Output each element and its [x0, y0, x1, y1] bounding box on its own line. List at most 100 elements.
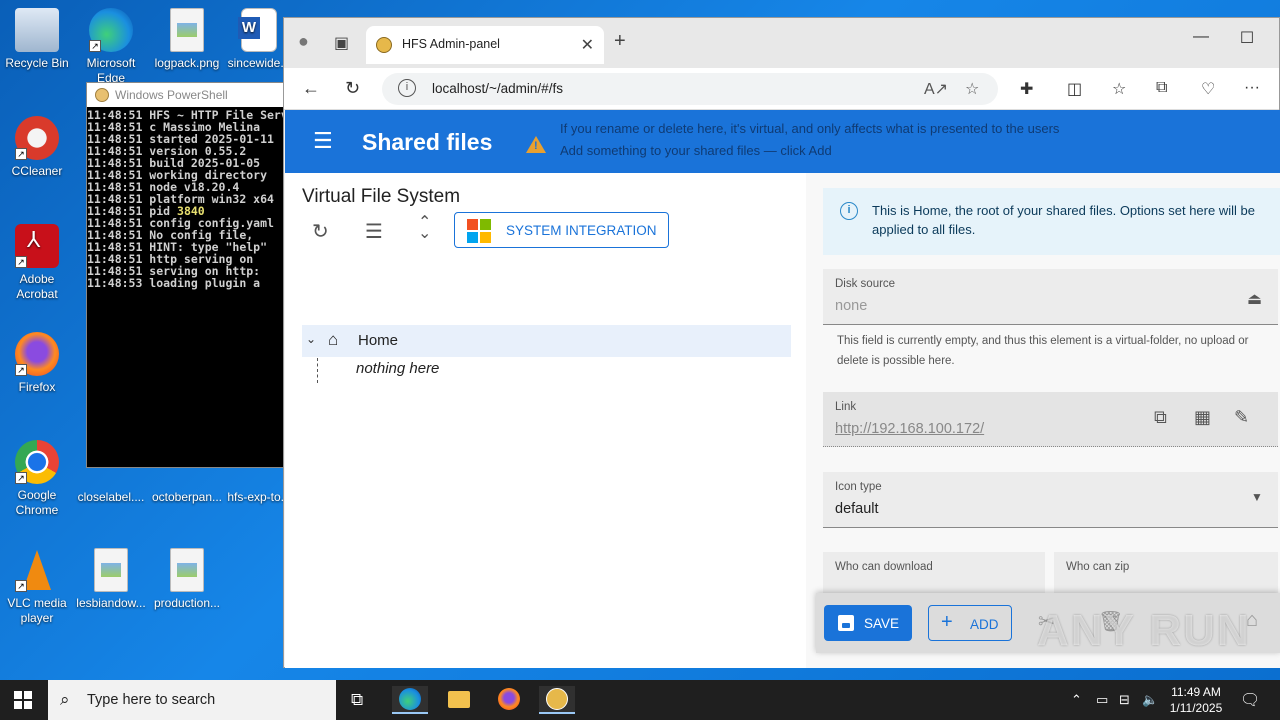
save-disk-icon: [838, 615, 854, 631]
expand-collapse-icon[interactable]: ⌃ ⌄: [418, 215, 431, 242]
field-label: Disk source: [835, 278, 896, 290]
tray-chevron-up-icon[interactable]: ⌃: [1071, 692, 1082, 708]
tab-strip: ● ▣ HFS Admin-panel ✕ + — ☐: [284, 18, 1279, 68]
close-tab-icon[interactable]: ✕: [581, 35, 594, 55]
hfs-favicon-icon: [376, 37, 392, 53]
taskbar-hfs-icon[interactable]: [539, 686, 575, 714]
info-alert: i This is Home, the root of your shared …: [823, 188, 1280, 255]
url-field[interactable]: i localhost/~/admin/#/fs A↗ ☆: [382, 73, 998, 105]
tray-network-icon[interactable]: ⊟: [1119, 692, 1130, 708]
search-icon: ⌕: [60, 690, 70, 709]
tree-connector: [317, 358, 318, 383]
task-view-icon[interactable]: ⧉: [342, 686, 378, 714]
reload-icon[interactable]: ↻: [345, 78, 360, 99]
tab-actions-icon[interactable]: ▣: [334, 33, 349, 53]
tab-hfs-admin[interactable]: HFS Admin-panel ✕: [366, 26, 604, 64]
extensions-icon[interactable]: ✚: [1020, 79, 1033, 99]
desktop-icon-vlc[interactable]: ↗ VLC media player: [0, 548, 74, 626]
link-field[interactable]: Link http://192.168.100.172/ ⧉ ▦ ✎: [823, 392, 1278, 447]
info-text: This is Home, the root of your shared fi…: [872, 203, 1255, 237]
desktop-icon-closelabel[interactable]: closelabel....: [74, 464, 148, 505]
chrome-icon: ↗: [15, 440, 59, 484]
tray-device-icon[interactable]: ▭: [1096, 692, 1108, 708]
powershell-titlebar[interactable]: Windows PowerShell: [87, 83, 285, 107]
browser-essentials-icon[interactable]: ♡: [1201, 79, 1215, 99]
add-hint-message: Add something to your shared files — cli…: [560, 143, 832, 158]
desktop-icon-production[interactable]: production...: [150, 548, 224, 611]
desktop-icon-label: CCleaner: [11, 164, 63, 178]
powershell-window[interactable]: Windows PowerShell 11:48:51 HFS ~ HTTP F…: [86, 82, 286, 468]
collections-icon[interactable]: ⧉: [1156, 79, 1167, 97]
profile-icon[interactable]: ●: [298, 31, 309, 52]
field-label: Who can download: [835, 561, 933, 573]
maximize-button[interactable]: ☐: [1227, 28, 1267, 48]
icon-type-select[interactable]: Icon type default ▼: [823, 472, 1278, 528]
image-file-icon: [94, 548, 128, 592]
edit-pencil-icon[interactable]: ✎: [1234, 407, 1249, 428]
desktop-icon-octoberpan[interactable]: octoberpan...: [150, 464, 224, 505]
refresh-icon[interactable]: ↻: [312, 219, 329, 244]
tree-item-home[interactable]: ⌄ ⌂ Home: [302, 325, 791, 357]
desktop-icon-logpack[interactable]: logpack.png: [150, 8, 224, 71]
disk-source-field[interactable]: Disk source none ⏏: [823, 269, 1278, 325]
clock-time: 11:49 AM: [1171, 685, 1221, 699]
favorites-icon[interactable]: ☆: [1112, 79, 1126, 99]
save-label: SAVE: [864, 616, 900, 631]
desktop-icon-label: closelabel....: [77, 490, 145, 504]
list-view-icon[interactable]: ☰: [365, 219, 383, 244]
windows-start-icon[interactable]: [14, 691, 32, 709]
site-info-icon[interactable]: i: [398, 79, 416, 97]
dropdown-arrow-icon[interactable]: ▼: [1251, 490, 1263, 504]
image-file-icon: [170, 8, 204, 52]
add-button[interactable]: + ADD: [928, 605, 1012, 641]
field-label: Icon type: [835, 481, 882, 493]
taskbar-edge-icon[interactable]: [392, 686, 428, 714]
desktop-icon-ccleaner[interactable]: ↗ CCleaner: [0, 116, 74, 179]
taskbar-file-explorer-icon[interactable]: [441, 686, 477, 714]
word-document-icon: W: [238, 8, 277, 52]
disk-source-helper: This field is currently empty, and thus …: [837, 335, 1249, 367]
hamburger-menu-icon[interactable]: ☰: [313, 130, 333, 152]
powershell-app-icon: [95, 88, 109, 102]
copy-icon[interactable]: ⧉: [1154, 407, 1167, 428]
tray-volume-icon[interactable]: 🔈: [1142, 692, 1158, 708]
desktop-icon-chrome[interactable]: ↗ Google Chrome: [0, 440, 74, 518]
new-tab-icon[interactable]: +: [614, 30, 626, 53]
watermark-logo: ANY RUN: [1037, 606, 1251, 655]
taskbar-firefox-icon[interactable]: [491, 686, 527, 714]
vfs-panel: Virtual File System ↻ ☰ ⌃ ⌄ SYSTEM INTEGR…: [285, 173, 806, 668]
chevron-down-icon[interactable]: ⌄: [306, 332, 316, 346]
console-line: 11:48:53 loading plugin a: [87, 276, 261, 290]
desktop-icon-recycle-bin[interactable]: Recycle Bin: [0, 8, 74, 71]
edge-icon: ↗: [89, 8, 133, 52]
info-icon: i: [840, 202, 858, 220]
desktop-icon-lesbiandow[interactable]: lesbiandow...: [74, 548, 148, 611]
plus-icon: +: [941, 611, 953, 633]
back-arrow-icon[interactable]: ←: [302, 78, 320, 99]
field-label: Who can zip: [1066, 561, 1130, 573]
save-button[interactable]: SAVE: [824, 605, 912, 641]
link-url[interactable]: http://192.168.100.172/: [835, 421, 984, 437]
minimize-button[interactable]: —: [1181, 28, 1221, 46]
browser-window[interactable]: ● ▣ HFS Admin-panel ✕ + — ☐ ← ↻ i localh…: [283, 17, 1280, 668]
desktop-icon-adobe-acrobat[interactable]: ⅄ ↗ Adobe Acrobat: [0, 224, 74, 302]
taskbar-search[interactable]: ⌕ Type here to search: [48, 680, 336, 720]
read-aloud-icon[interactable]: A↗: [924, 79, 948, 99]
url-text: localhost/~/admin/#/fs: [432, 81, 563, 96]
notifications-icon[interactable]: 🗨: [1240, 690, 1260, 710]
taskbar-clock[interactable]: 11:49 AM 1/11/2025: [1165, 684, 1227, 716]
desktop-icon-edge[interactable]: ↗ Microsoft Edge: [74, 8, 148, 86]
desktop-icon-label: octoberpan...: [151, 490, 223, 504]
empty-folder-text: nothing here: [356, 360, 440, 377]
desktop-icon-firefox[interactable]: ↗ Firefox: [0, 332, 74, 395]
desktop-icon-label: VLC media player: [7, 596, 67, 625]
favorite-star-icon[interactable]: ☆: [965, 79, 979, 99]
eject-icon[interactable]: ⏏: [1247, 289, 1262, 309]
acrobat-icon: ⅄ ↗: [15, 224, 59, 268]
split-screen-icon[interactable]: ◫: [1067, 79, 1082, 99]
powershell-console[interactable]: 11:48:51 HFS ~ HTTP File Server 11:48:51 …: [87, 107, 285, 467]
system-integration-button[interactable]: SYSTEM INTEGRATION: [454, 212, 669, 248]
add-label: ADD: [970, 617, 999, 632]
qr-code-icon[interactable]: ▦: [1194, 407, 1211, 428]
more-menu-icon[interactable]: ···: [1244, 79, 1260, 97]
